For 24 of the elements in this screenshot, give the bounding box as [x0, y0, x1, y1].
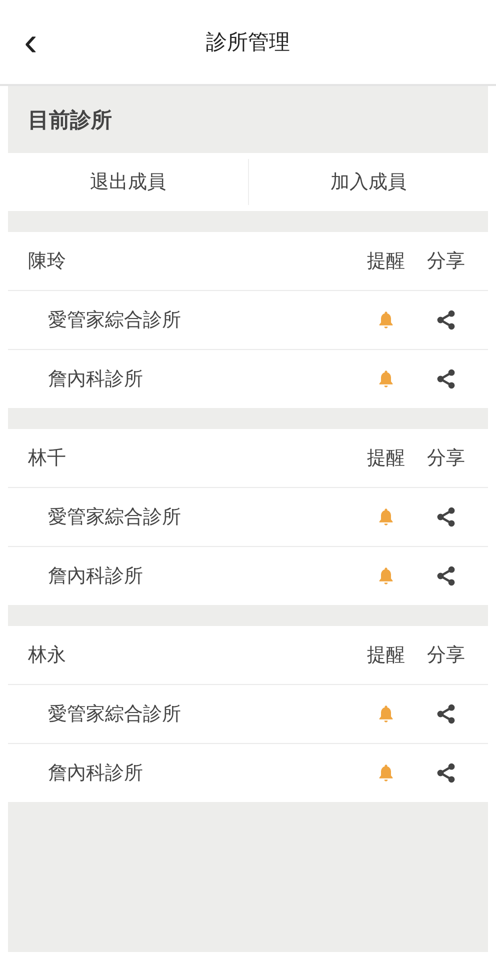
column-label: 分享	[426, 643, 466, 668]
member-name: 陳玲	[28, 249, 67, 274]
clinic-name: 愛管家綜合診所	[48, 505, 182, 530]
page-title: 診所管理	[206, 29, 290, 56]
column-label: 分享	[426, 249, 466, 274]
column-label: 分享	[426, 446, 466, 471]
share-icon	[435, 309, 457, 331]
column-label: 提醒	[366, 249, 406, 274]
clinic-name: 愛管家綜合診所	[48, 308, 182, 333]
clinic-name: 詹內科診所	[48, 761, 144, 786]
share-icon	[435, 565, 457, 587]
clinic-name: 愛管家綜合診所	[48, 702, 182, 727]
share-icon	[435, 703, 457, 725]
clinic-name: 詹內科診所	[48, 367, 144, 392]
share-icon	[435, 762, 457, 784]
share-icon	[435, 368, 457, 390]
share-icon	[435, 506, 457, 528]
column-label: 提醒	[366, 643, 406, 668]
column-label: 提醒	[366, 446, 406, 471]
clinic-name: 詹內科診所	[48, 564, 144, 589]
member-name: 林千	[28, 446, 67, 471]
back-button[interactable]: ‹	[24, 26, 38, 58]
member-name: 林永	[28, 643, 67, 668]
section-title: 目前診所	[27, 106, 113, 134]
